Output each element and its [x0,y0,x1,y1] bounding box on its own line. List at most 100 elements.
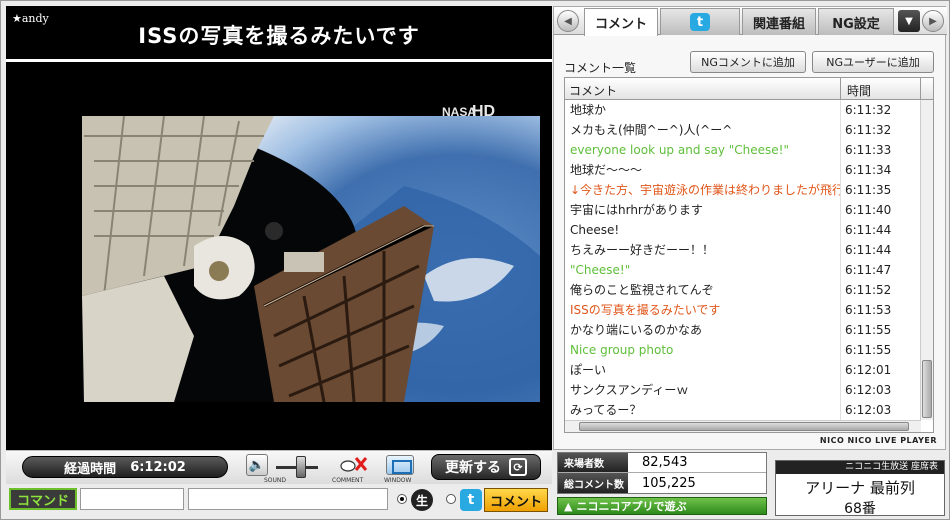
window-button[interactable] [386,455,414,475]
visitors-row: 来場者数 82,543 [558,453,766,473]
refresh-icon: ⟳ [509,458,527,476]
comment-row[interactable]: ISSの写真を撮るみたいです 6:11:53 [565,300,921,320]
visitors-value: 82,543 [642,455,688,470]
comment-time: 6:12:01 [845,363,892,377]
comment-panel: ◀ コメント t 関連番組 NG設定 ▼ ▶ コメント一覧 NGコメントに追加 … [553,6,947,450]
seat-arena: アリーナ 最前列 [805,479,915,497]
nama-radio[interactable] [397,494,407,504]
comment-off-icon [340,457,368,472]
app-link-label: ニコニコアプリで遊ぶ [576,500,687,513]
vertical-scrollbar[interactable] [920,100,933,420]
comment-text: everyone look up and say "Cheese!" [565,140,841,160]
comment-row[interactable]: Cheese! 6:11:44 [565,220,921,240]
comment-text: 俺らのこと監視されてんぞ [565,280,841,300]
comment-input[interactable] [188,488,388,510]
command-input[interactable] [80,488,184,510]
iss-video-image: NASA HD [82,103,540,402]
comment-row[interactable]: 地球だ〜〜〜 6:11:34 [565,160,921,180]
video-player: ★andy ISSの写真を撮るみたいです NASA HD [6,6,552,450]
horizontal-scroll-thumb[interactable] [579,422,909,431]
comment-row[interactable]: かなり端にいるのかなあ 6:11:55 [565,320,921,340]
comment-text: 地球か [565,100,841,120]
video-frame[interactable]: NASA HD [24,76,540,402]
comments-row: 総コメント数 105,225 [558,473,766,493]
window-caption: WINDOW [384,477,412,484]
telop-bar: ★andy ISSの写真を撮るみたいです [6,6,552,62]
comment-text: 宇宙にはhrhrがあります [565,200,841,220]
twitter-bird-icon: t [460,489,482,511]
comment-row[interactable]: メカもえ(仲間^ー^)人(^ー^ 6:11:32 [565,120,921,140]
comment-time: 6:11:55 [845,343,892,357]
comment-text: ぽーい [565,360,841,380]
control-bar: 経過時間 6:12:02 🔈 SOUND COMMENT WINDOW 更新する… [6,450,552,484]
tab-menu-icon[interactable]: ▼ [898,10,920,32]
comment-row[interactable]: 宇宙にはhrhrがあります 6:11:40 [565,200,921,220]
comment-time: 6:11:44 [845,223,892,237]
comment-caption: COMMENT [332,477,364,484]
comment-rows: 地球か 6:11:32 メカもえ(仲間^ー^)人(^ー^ 6:11:32 everyon… [565,100,921,420]
hd-watermark: HD [472,103,495,120]
comment-row[interactable]: ↓今きた方、宇宙遊泳の作業は終わりましたが飛行士 6:11:35 [565,180,921,200]
comment-time: 6:12:03 [845,403,892,417]
comment-text: ISSの写真を撮るみたいです [565,300,841,320]
tab-prev-icon[interactable]: ◀ [557,10,579,32]
live-player: ★andy ISSの写真を撮るみたいです NASA HD 経過時間 6:12:0… [0,0,950,520]
comment-text: ちえみーー好きだーー！！ [565,240,841,260]
comment-table-header: コメント 時間 [565,78,933,100]
tab-next-icon[interactable]: ▶ [922,10,944,32]
niconico-app-link[interactable]: ▲ ニコニコアプリで遊ぶ [557,497,767,515]
comment-list-title: コメント一覧 [564,61,637,75]
sound-button[interactable]: 🔈 [246,454,268,476]
tab-twitter[interactable]: t [660,8,740,35]
comment-time: 6:11:40 [845,203,892,217]
ng-comment-add-button[interactable]: NGコメントに追加 [690,51,806,73]
tab-ng-settings[interactable]: NG設定 [818,8,894,35]
comment-time: 6:11:55 [845,323,892,337]
telop-title: ISSの写真を撮るみたいです [138,24,420,48]
comment-row[interactable]: Nice group photo 6:11:55 [565,340,921,360]
comment-row[interactable]: みってるー？ 6:12:03 [565,400,921,420]
tab-comment[interactable]: コメント [584,8,658,36]
comment-time: 6:11:35 [845,183,892,197]
speaker-icon: 🔈 [248,457,266,473]
comment-time: 6:11:33 [845,143,892,157]
tab-related-programs[interactable]: 関連番組 [742,8,816,35]
comment-row[interactable]: ちえみーー好きだーー！！ 6:11:44 [565,240,921,260]
command-label: コマンド [9,488,77,510]
comment-time: 6:11:53 [845,303,892,317]
comment-row[interactable]: サンクスアンディーｗ 6:12:03 [565,380,921,400]
nama-icon: 生 [411,489,433,511]
comment-time: 6:11:47 [845,263,892,277]
comment-input-bar: コマンド 生 t コメント [6,484,552,516]
comment-table: コメント 時間 地球か 6:11:32 メカもえ(仲間^ー^)人(^ー^ 6:11:3… [564,77,934,433]
comment-text: Cheese! [565,220,841,240]
comment-row[interactable]: 地球か 6:11:32 [565,100,921,120]
comment-text: Nice group photo [565,340,841,360]
comment-row[interactable]: everyone look up and say "Cheese!" 6:11:3… [565,140,921,160]
elapsed-label: 経過時間 [64,461,117,477]
comment-row[interactable]: "Cheese!" 6:11:47 [565,260,921,280]
col-comment-header[interactable]: コメント [565,78,841,99]
col-time-header[interactable]: 時間 [841,78,921,99]
comment-time: 6:12:03 [845,383,892,397]
comment-time: 6:11:44 [845,243,892,257]
twitter-radio[interactable] [446,494,456,504]
volume-knob[interactable] [296,456,306,478]
total-comments-label: 総コメント数 [558,473,628,493]
vertical-scroll-thumb[interactable] [922,360,932,418]
total-comments-value: 105,225 [642,475,696,491]
stats-box: 来場者数 82,543 総コメント数 105,225 [557,452,767,494]
volume-slider[interactable] [276,456,318,478]
triangle-up-icon: ▲ [564,499,573,513]
ng-user-add-button[interactable]: NGユーザーに追加 [812,51,934,73]
horizontal-scrollbar[interactable] [565,420,921,432]
comment-time: 6:11:32 [845,103,892,117]
comment-row[interactable]: ぽーい 6:12:01 [565,360,921,380]
comment-submit-button[interactable]: コメント [484,488,548,512]
comment-text: みってるー？ [565,400,841,420]
comment-row[interactable]: 俺らのこと監視されてんぞ 6:11:52 [565,280,921,300]
comment-toggle-button[interactable] [336,455,370,475]
comment-time: 6:11:52 [845,283,892,297]
panel-tabs: ◀ コメント t 関連番組 NG設定 ▼ ▶ [554,7,947,36]
refresh-button[interactable]: 更新する ⟳ [431,454,541,480]
